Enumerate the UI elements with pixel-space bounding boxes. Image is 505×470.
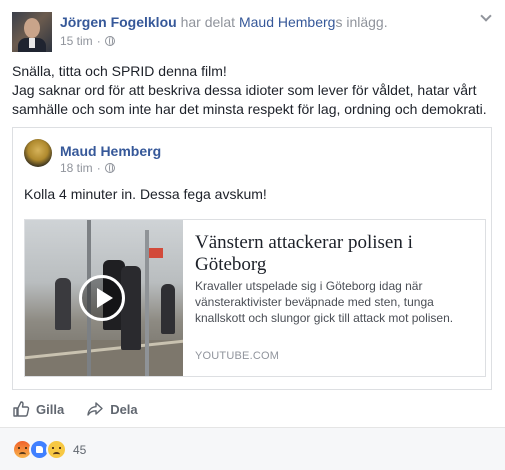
share-arrow-icon bbox=[87, 402, 103, 416]
shared-prefix: har delat bbox=[180, 14, 236, 30]
author-name[interactable]: Jörgen Fogelklou bbox=[60, 14, 177, 30]
like-label: Gilla bbox=[36, 401, 65, 417]
shared-author-link[interactable]: Maud Hemberg bbox=[239, 14, 336, 30]
chevron-down-icon[interactable] bbox=[479, 10, 493, 24]
link-preview[interactable]: Vänstern attackerar polisen i Göteborg K… bbox=[24, 219, 486, 377]
post-header: Jörgen Fogelklou har delat Maud Hembergs… bbox=[60, 13, 388, 31]
post-timestamp[interactable]: 15 tim bbox=[60, 33, 93, 49]
link-source: YOUTUBE.COM bbox=[195, 350, 280, 362]
shared-post-timestamp[interactable]: 18 tim bbox=[60, 160, 93, 176]
shared-post-text: Kolla 4 minuter in. Dessa fega avskum! bbox=[24, 186, 267, 202]
thumbs-up-icon bbox=[13, 401, 30, 417]
post-body: Snälla, titta och SPRID denna film! Jag … bbox=[12, 62, 497, 119]
post-card: Jörgen Fogelklou har delat Maud Hembergs… bbox=[0, 0, 505, 470]
reaction-summary[interactable]: 45 bbox=[12, 439, 86, 460]
shared-author-name[interactable]: Maud Hemberg bbox=[60, 142, 161, 160]
shared-suffix: s inlägg. bbox=[335, 14, 388, 30]
post-text-line: Jag saknar ord för att beskriva dessa id… bbox=[12, 82, 487, 117]
sad-reaction-icon bbox=[46, 439, 67, 460]
link-description: Kravaller utspelade sig i Göteborg idag … bbox=[195, 279, 454, 325]
like-button[interactable]: Gilla bbox=[12, 398, 64, 420]
reaction-count[interactable]: 45 bbox=[73, 443, 86, 457]
shared-post-meta: 18 tim · bbox=[60, 160, 115, 176]
shared-post: Maud Hemberg 18 tim · Kolla 4 minuter in… bbox=[12, 127, 492, 390]
share-label: Dela bbox=[110, 401, 138, 417]
author-avatar[interactable] bbox=[12, 12, 52, 52]
post-meta: 15 tim · bbox=[60, 33, 115, 49]
shared-author-avatar[interactable] bbox=[24, 139, 52, 167]
share-button[interactable]: Dela bbox=[86, 398, 138, 420]
video-thumbnail[interactable] bbox=[25, 220, 183, 376]
post-actions: Gilla Dela bbox=[12, 398, 138, 420]
post-text-line: Snälla, titta och SPRID denna film! bbox=[12, 63, 227, 79]
globe-icon[interactable] bbox=[104, 163, 115, 173]
link-title[interactable]: Vänstern attackerar polisen i Göteborg bbox=[195, 232, 480, 276]
globe-icon[interactable] bbox=[104, 36, 115, 46]
play-icon[interactable] bbox=[79, 275, 125, 321]
